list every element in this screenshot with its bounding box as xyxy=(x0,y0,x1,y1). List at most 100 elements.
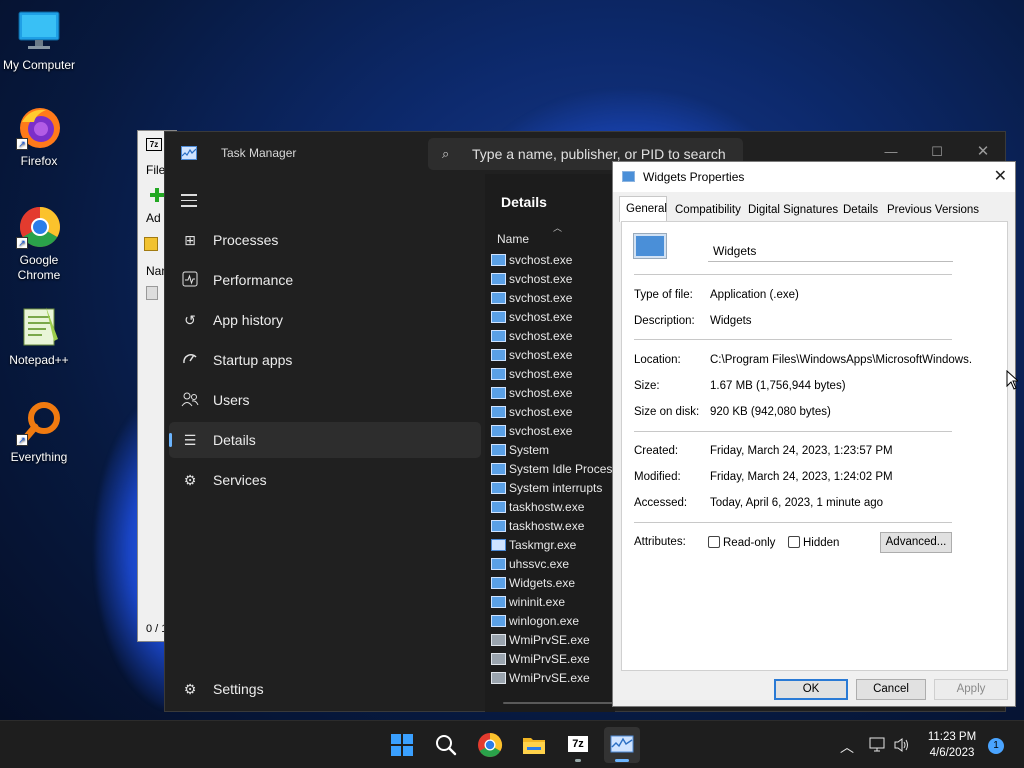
nav-item-startup-apps[interactable]: Startup apps xyxy=(169,342,481,378)
tab-details[interactable]: Details xyxy=(843,198,878,221)
desktop-icon-label: Google Chrome xyxy=(17,253,61,282)
firefox-icon: ↗ xyxy=(16,104,62,150)
widgets-app-icon xyxy=(633,233,667,259)
desktop-icon-my-computer[interactable]: My Computer xyxy=(1,8,77,72)
desktop-icon-firefox[interactable]: ↗ Firefox xyxy=(1,104,77,168)
nav-item-settings[interactable]: ⚙ Settings xyxy=(169,671,481,707)
tab-compatibility[interactable]: Compatibility xyxy=(675,198,741,221)
table-row[interactable]: svchost.exe xyxy=(491,384,617,403)
table-row[interactable]: uhssvc.exe xyxy=(491,555,617,574)
table-row[interactable]: taskhostw.exe xyxy=(491,498,617,517)
table-row[interactable]: WmiPrvSE.exe xyxy=(491,650,617,669)
performance-icon xyxy=(181,271,199,289)
attributes-label: Attributes: xyxy=(634,536,686,548)
table-row[interactable]: svchost.exe xyxy=(491,365,617,384)
nav-item-label: Processes xyxy=(213,232,279,248)
size-value: 1.67 MB (1,756,944 bytes) xyxy=(710,380,846,392)
taskbar-7zip-button[interactable]: 7z xyxy=(560,727,596,763)
wmi-provider-icon xyxy=(491,672,506,684)
taskbar-search-button[interactable] xyxy=(428,727,464,763)
table-row[interactable]: System xyxy=(491,441,617,460)
cancel-button[interactable]: Cancel xyxy=(856,679,926,700)
volume-icon[interactable] xyxy=(893,737,911,756)
dialog-titlebar[interactable]: Widgets Properties ✕ xyxy=(613,162,1015,192)
table-row[interactable]: taskhostw.exe xyxy=(491,517,617,536)
readonly-checkbox[interactable] xyxy=(708,536,720,548)
monitor-icon xyxy=(16,8,62,54)
app-window-icon xyxy=(491,463,506,475)
hidden-label[interactable]: Hidden xyxy=(803,537,839,549)
nav-item-details[interactable]: ☰ Details xyxy=(169,422,481,458)
ok-button[interactable]: OK xyxy=(774,679,848,700)
apply-button[interactable]: Apply xyxy=(934,679,1008,700)
readonly-label[interactable]: Read-only xyxy=(723,537,775,549)
desktop-icon-label: Firefox xyxy=(20,154,58,168)
desktop-icon-chrome[interactable]: ↗ Google Chrome xyxy=(1,203,77,283)
nav-item-performance[interactable]: Performance xyxy=(169,262,481,298)
table-row[interactable]: svchost.exe xyxy=(491,327,617,346)
app-window-icon xyxy=(491,425,506,437)
taskbar-chrome-button[interactable] xyxy=(472,727,508,763)
7zip-add-button[interactable]: Ad xyxy=(146,211,161,225)
services-icon: ⚙ xyxy=(183,472,197,488)
horizontal-scrollbar[interactable] xyxy=(503,702,613,704)
divider xyxy=(634,339,952,340)
type-value: Application (.exe) xyxy=(710,289,799,301)
table-row[interactable]: svchost.exe xyxy=(491,308,617,327)
table-row[interactable]: svchost.exe xyxy=(491,251,617,270)
tab-digital-signatures[interactable]: Digital Signatures xyxy=(748,198,838,221)
table-row[interactable]: WmiPrvSE.exe xyxy=(491,669,617,688)
table-row[interactable]: svchost.exe xyxy=(491,422,617,441)
7zip-menu-file[interactable]: File xyxy=(146,163,165,177)
nav-item-label: Details xyxy=(213,432,256,448)
advanced-button[interactable]: Advanced... xyxy=(880,532,952,553)
properties-dialog[interactable]: Widgets Properties ✕ General Compatibili… xyxy=(612,161,1016,707)
process-name: svchost.exe xyxy=(509,424,573,438)
desktop-icon-label: Everything xyxy=(10,450,68,464)
desktop-icon-label: Notepad++ xyxy=(9,353,69,367)
table-row[interactable]: svchost.exe xyxy=(491,403,617,422)
hamburger-menu-icon[interactable] xyxy=(181,194,197,211)
nav-item-app-history[interactable]: ↺ App history xyxy=(169,302,481,338)
table-row[interactable]: svchost.exe xyxy=(491,346,617,365)
process-name: svchost.exe xyxy=(509,310,573,324)
network-icon[interactable] xyxy=(869,737,887,756)
table-row[interactable]: svchost.exe xyxy=(491,289,617,308)
hidden-checkbox[interactable] xyxy=(788,536,800,548)
process-name: winlogon.exe xyxy=(509,614,580,628)
table-row[interactable]: WmiPrvSE.exe xyxy=(491,631,617,650)
process-name: svchost.exe xyxy=(509,329,573,343)
size-on-disk-label: Size on disk: xyxy=(634,406,700,418)
tab-general[interactable]: General xyxy=(619,196,667,222)
taskbar-task-manager-button[interactable] xyxy=(604,727,640,763)
start-button[interactable] xyxy=(384,727,420,763)
table-row[interactable]: winlogon.exe xyxy=(491,612,617,631)
close-icon[interactable]: ✕ xyxy=(994,166,1007,186)
table-row[interactable]: System Idle Process xyxy=(491,460,618,479)
file-name-field[interactable] xyxy=(708,240,953,262)
table-row[interactable]: Widgets.exe xyxy=(491,574,617,593)
name-column-header[interactable]: Name xyxy=(497,232,529,246)
notification-badge[interactable]: 1 xyxy=(988,738,1004,754)
tab-previous-versions[interactable]: Previous Versions xyxy=(887,198,979,221)
desktop-icon-notepadpp[interactable]: Notepad++ xyxy=(1,303,77,367)
process-name: wininit.exe xyxy=(509,595,566,609)
nav-item-users[interactable]: Users xyxy=(169,382,481,418)
desktop-icon-everything[interactable]: ↗ Everything xyxy=(1,400,77,464)
process-name: Widgets.exe xyxy=(509,576,576,590)
process-name: WmiPrvSE.exe xyxy=(509,633,590,647)
folder-up-icon[interactable] xyxy=(144,237,158,251)
table-row[interactable]: svchost.exe xyxy=(491,270,617,289)
location-value[interactable]: C:\Program Files\WindowsApps\MicrosoftWi… xyxy=(710,354,972,366)
table-row[interactable]: System interrupts xyxy=(491,479,617,498)
show-hidden-icons-chevron-icon[interactable]: ︿ xyxy=(840,737,854,757)
system-clock[interactable]: 11:23 PM 4/6/2023 xyxy=(916,729,988,761)
nav-item-label: Users xyxy=(213,392,250,408)
nav-item-processes[interactable]: ⊞ Processes xyxy=(169,222,481,258)
table-row[interactable]: Taskmgr.exe xyxy=(491,536,617,555)
process-name: svchost.exe xyxy=(509,367,573,381)
taskbar-explorer-button[interactable] xyxy=(516,727,552,763)
nav-item-services[interactable]: ⚙ Services xyxy=(169,462,481,498)
nav-item-label: Services xyxy=(213,472,267,488)
table-row[interactable]: wininit.exe xyxy=(491,593,617,612)
